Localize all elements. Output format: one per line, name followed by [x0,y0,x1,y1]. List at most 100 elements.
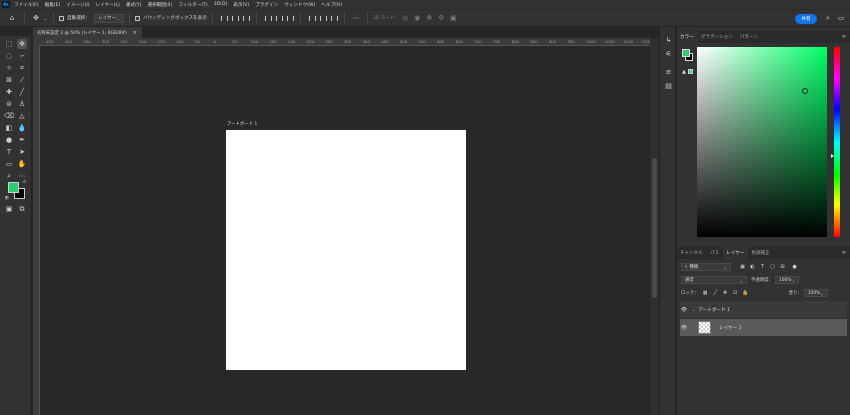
type-tool-icon[interactable]: T [4,147,14,157]
distribute-horizontal-icon[interactable] [308,15,316,22]
menu-help[interactable]: ヘルプ(H) [321,2,342,8]
gradient-tool-icon[interactable]: ◧ [4,123,14,133]
menu-select[interactable]: 選択範囲(S) [148,2,173,8]
layer-thumbnail[interactable] [698,321,711,334]
menu-file[interactable]: ファイル(F) [14,2,39,8]
home-icon[interactable]: ⌂ [5,14,19,22]
rectangle-tool-icon[interactable]: ▭ [4,159,14,169]
tab-gradients[interactable]: グラデーション [698,34,737,43]
opacity-input[interactable]: 100% ⌄ [774,276,799,284]
filter-type-layers-icon[interactable]: T [759,264,766,271]
hue-slider-marker[interactable] [831,154,834,158]
filter-adjustment-layers-icon[interactable]: ◐ [749,264,756,271]
align-left-edges-icon[interactable] [220,15,228,22]
crop-tool-icon[interactable]: ⌗ [17,63,27,73]
distribute-vertical-icon[interactable] [319,15,327,22]
horizontal-ruler[interactable]: 450 400 350 300 250 200 150 100 50 0 50 100 150 200 25… [40,38,652,46]
menu-layer[interactable]: レイヤー(L) [96,2,120,8]
menu-3d[interactable]: 3D(D) [214,2,228,7]
color-picker-cursor[interactable] [802,88,808,94]
menu-view[interactable]: 表示(V) [233,2,249,8]
lock-image-pixels-icon[interactable]: ╱ [712,290,719,297]
history-panel-icon[interactable]: ↳ [664,35,673,44]
align-horizontal-centers-icon[interactable] [231,15,239,22]
foreground-color-swatch[interactable] [8,182,19,193]
adjustments-panel-icon[interactable]: ≡ [664,67,673,76]
lasso-tool-icon[interactable]: ∽ [17,51,27,61]
filter-toggle-icon[interactable]: ● [791,264,798,271]
menu-image[interactable]: イメージ(I) [66,2,89,8]
tab-color[interactable]: カラー [677,31,698,43]
quick-mask-icon[interactable]: ▣ [4,204,14,214]
eyedropper-tool-icon[interactable]: ⁄ [17,75,27,85]
layer-filter-kind-dropdown[interactable]: ⌕ 種類 ⌄ [681,263,731,271]
tab-patterns[interactable]: パターン [737,34,762,43]
menu-edit[interactable]: 編集(E) [45,2,61,8]
panel-menu-icon[interactable]: ≡ [842,250,846,256]
chevron-down-icon[interactable]: ⌄ [42,16,48,21]
show-transform-controls-checkbox[interactable] [134,15,140,21]
path-selection-tool-icon[interactable]: ➤ [17,147,27,157]
fill-input[interactable]: 100% ⌄ [803,289,828,297]
frame-tool-icon[interactable]: ⊠ [4,75,14,85]
vertical-scrollbar[interactable] [650,38,659,415]
libraries-panel-icon[interactable]: ▤ [664,81,673,90]
auto-select-target-dropdown[interactable]: レイヤー ⌄ [93,13,124,23]
history-brush-tool-icon[interactable]: ♙ [17,99,27,109]
panel-menu-icon[interactable]: ≡ [842,34,846,40]
layer-row-layer-1[interactable]: 👁 レイヤー 1 [680,319,847,336]
marquee-tool-icon[interactable]: ◌ [4,51,14,61]
3d-pan-icon[interactable]: ✥ [423,14,435,22]
scrollbar-thumb[interactable] [652,158,657,298]
color-panel-foreground-swatch[interactable] [682,49,690,57]
auto-select-checkbox[interactable] [59,15,64,21]
align-vertical-centers-icon[interactable] [275,15,283,22]
chevron-down-icon[interactable]: ⌄ [692,307,695,312]
hand-tool-icon[interactable]: ✋ [17,159,27,169]
filter-pixel-layers-icon[interactable]: ▣ [739,264,746,271]
vertical-ruler[interactable] [33,46,40,415]
properties-panel-icon[interactable]: ⚟ [664,49,673,58]
eye-icon[interactable]: 👁 [680,307,688,313]
artboard-canvas[interactable] [226,130,466,370]
swap-colors-icon[interactable]: ↺ [21,178,27,184]
share-button[interactable]: 共有 [795,14,817,24]
search-icon[interactable]: ⌕ [823,14,833,23]
eraser-tool-icon[interactable]: ⌫ [4,111,14,121]
tab-paths[interactable]: パス [707,250,723,259]
lock-artboard-icon[interactable]: ⊡ [732,290,739,297]
3d-orbit-icon[interactable]: ◎ [399,14,411,22]
screen-mode-icon[interactable]: ⧉ [17,204,27,214]
more-options-icon[interactable]: ⋯ [350,14,362,22]
magic-wand-tool-icon[interactable]: ✧ [4,63,14,73]
tab-adjustments[interactable]: 色調補正 [748,250,773,259]
pen-tool-icon[interactable]: ✒ [17,135,27,145]
paint-bucket-tool-icon[interactable]: ◬ [17,111,27,121]
3d-roll-icon[interactable]: ◉ [411,14,423,22]
align-top-edges-icon[interactable] [264,15,272,22]
blend-mode-dropdown[interactable]: 通常 ⌄ [681,276,747,284]
eye-icon[interactable]: 👁 [680,325,688,331]
3d-slide-icon[interactable]: ✣ [435,14,447,22]
distribute-spacing-icon[interactable] [330,15,338,22]
default-colors-icon[interactable]: ◩ [4,194,10,200]
healing-brush-tool-icon[interactable]: ✚ [4,87,14,97]
saturation-value-picker[interactable] [697,47,827,237]
zoom-tool-icon[interactable]: ⌕ [4,171,14,181]
hue-slider[interactable] [834,47,840,237]
tab-layers[interactable]: レイヤー [723,247,749,259]
close-icon[interactable]: × [133,30,137,36]
layer-row-artboard[interactable]: 👁 ⌄ アートボード 1 [680,301,847,318]
menu-filter[interactable]: フィルター(T) [178,2,207,8]
filter-smart-objects-icon[interactable]: ⊞ [779,264,786,271]
blur-tool-icon[interactable]: 💧 [17,123,27,133]
lock-all-icon[interactable]: 🔒 [742,290,749,297]
dodge-tool-icon[interactable]: ● [4,135,14,145]
lock-position-icon[interactable]: ✥ [722,290,729,297]
out-of-gamut-warning-icon[interactable]: ▲ [682,69,686,75]
artboard-tool-icon[interactable]: ⬚ [4,39,14,49]
artboard-label[interactable]: アートボード 1 [227,121,257,127]
3d-scale-icon[interactable]: ▣ [447,14,459,22]
menu-plugins[interactable]: プラグイン [255,2,278,8]
workspace-icon[interactable]: ▭ [836,14,846,22]
